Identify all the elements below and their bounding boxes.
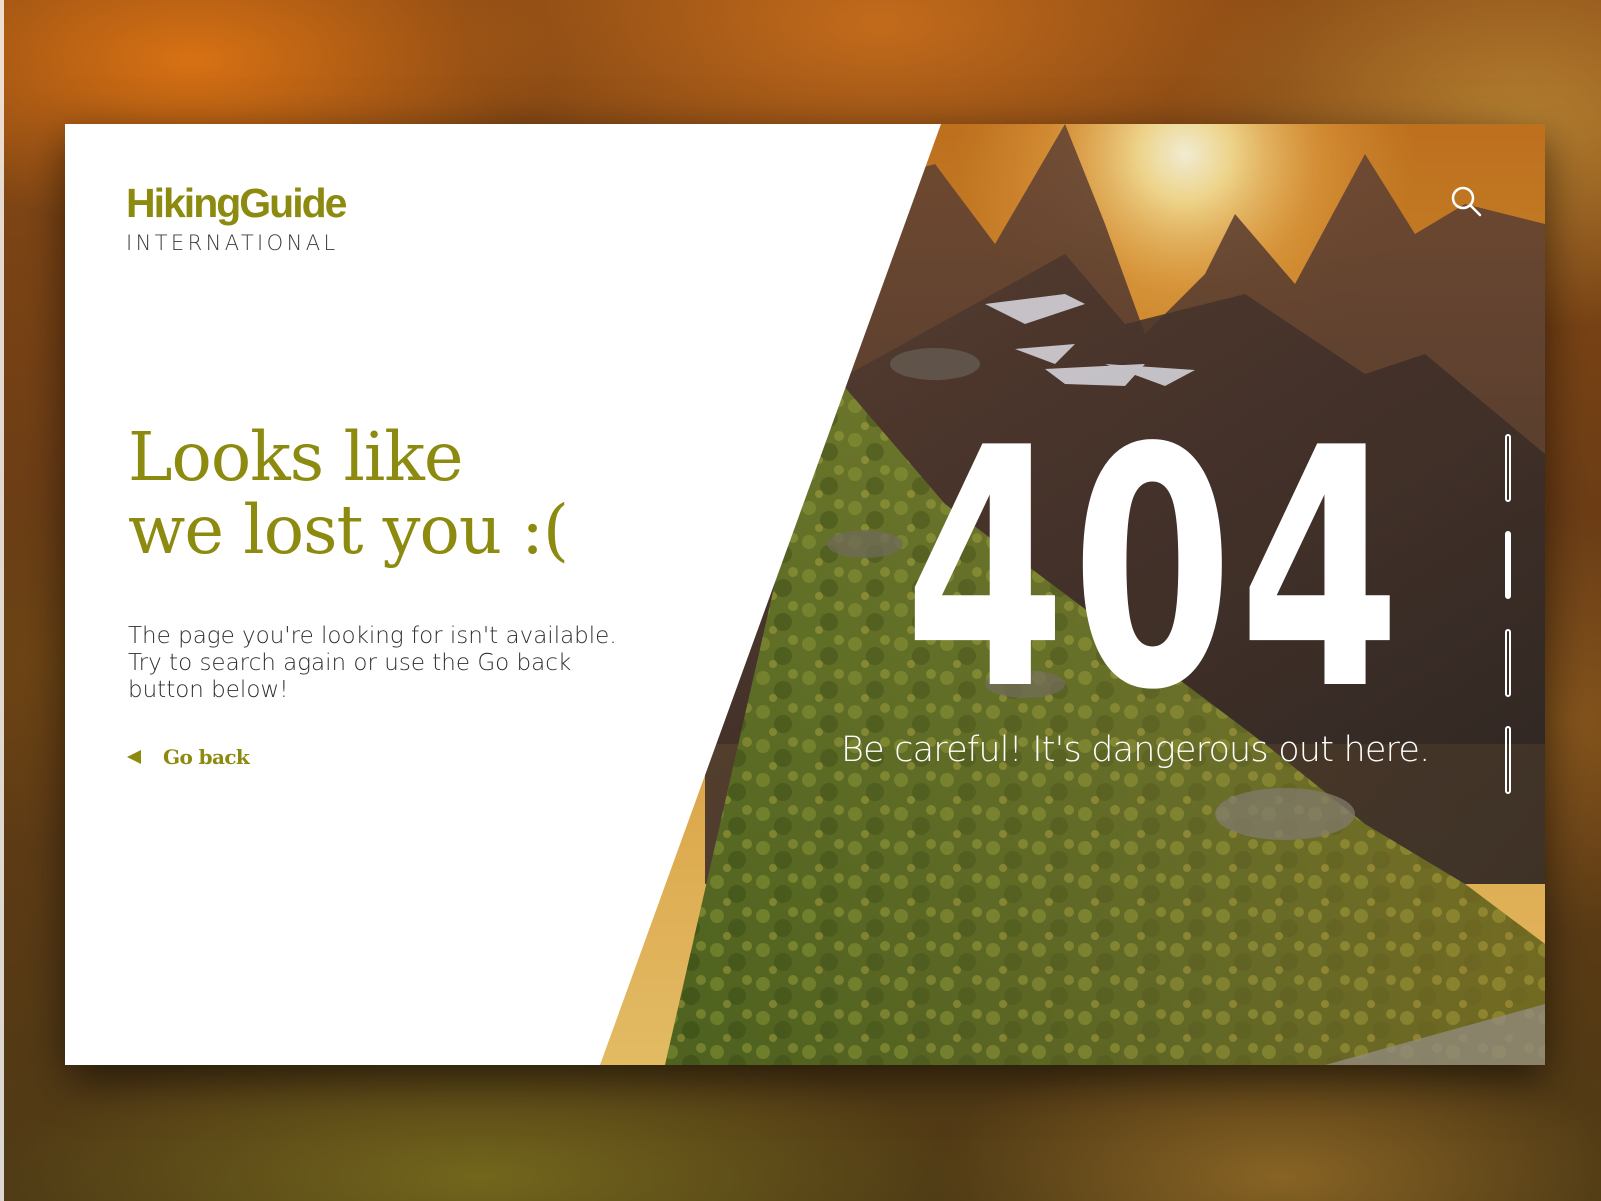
triangle-left-icon (127, 750, 141, 764)
description-line-2: Try to search again or use the Go back (128, 650, 572, 676)
slide-pager (1505, 434, 1517, 794)
pager-dot[interactable] (1505, 434, 1511, 502)
search-icon (1451, 186, 1482, 217)
error-description: The page you're looking for isn't availa… (128, 623, 618, 704)
brand-subtitle: INTERNATIONAL (126, 231, 339, 255)
page-title-line-2: we lost you :( (128, 491, 569, 569)
pager-dot[interactable] (1505, 531, 1511, 600)
description-line-1: The page you're looking for isn't availa… (128, 623, 617, 649)
brand-logo[interactable]: HikingGuide (126, 180, 347, 227)
page-title: Looks like we lost you :( (128, 418, 569, 569)
window-edge (0, 0, 4, 1201)
go-back-label: Go back (163, 745, 250, 769)
error-card: HikingGuide INTERNATIONAL Looks like we … (65, 124, 1545, 1065)
description-line-3: button below! (128, 677, 289, 703)
pager-dot[interactable] (1505, 725, 1511, 794)
pager-dot[interactable] (1505, 628, 1511, 697)
error-tagline: Be careful! It's dangerous out here. (841, 730, 1430, 770)
search-button[interactable] (1447, 182, 1487, 222)
error-code: 404 (904, 378, 1407, 762)
page-title-line-1: Looks like (128, 418, 464, 496)
go-back-link[interactable]: Go back (127, 745, 250, 769)
